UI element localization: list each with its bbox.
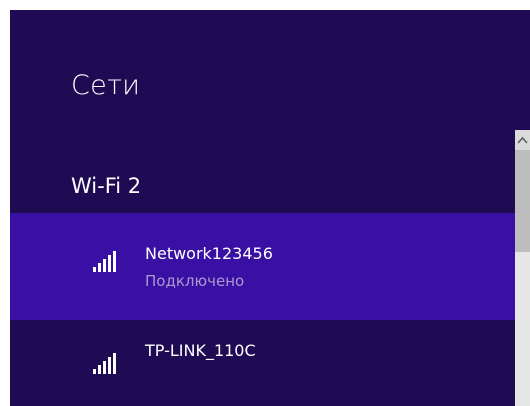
networks-panel: Сети Wi-Fi 2 Network123456 Подключено TP… — [10, 10, 530, 406]
vertical-scrollbar[interactable] — [515, 130, 530, 406]
network-item-tp-link-110c[interactable]: TP-LINK_110C — [10, 320, 515, 380]
chevron-up-icon — [517, 136, 528, 144]
panel-title: Сети — [71, 70, 141, 101]
network-name: TP-LINK_110C — [145, 341, 256, 360]
network-status: Подключено — [145, 272, 245, 290]
network-name: Network123456 — [145, 244, 273, 263]
network-item-network123456[interactable]: Network123456 Подключено — [10, 213, 515, 320]
scroll-thumb[interactable] — [515, 150, 530, 252]
scroll-up-button[interactable] — [515, 130, 530, 150]
adapter-title: Wi-Fi 2 — [71, 174, 142, 198]
wifi-signal-icon — [89, 343, 127, 381]
wifi-signal-icon — [89, 241, 127, 279]
screenshot-frame: Сети Wi-Fi 2 Network123456 Подключено TP… — [0, 0, 530, 406]
